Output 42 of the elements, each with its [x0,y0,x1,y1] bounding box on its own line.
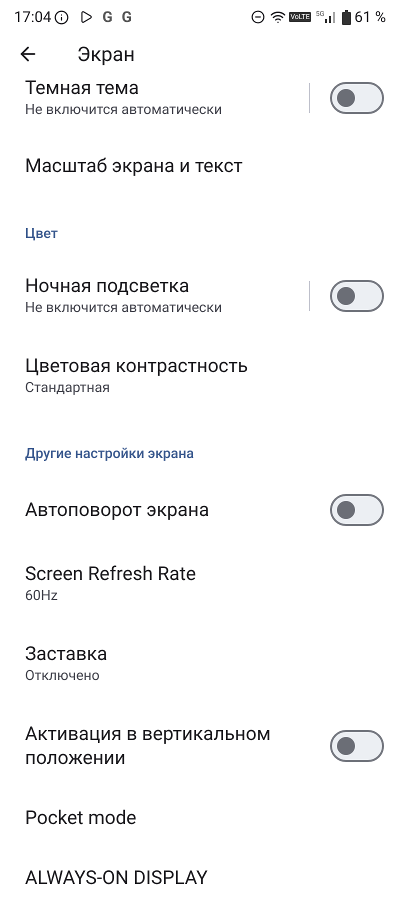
signal-icon [325,11,338,23]
toggle-switch[interactable] [330,82,384,114]
item-subtitle: 60Hz [25,587,59,606]
item-subtitle: Не включится автоматически [25,101,224,120]
settings-item[interactable]: Масштаб экрана и текст [0,136,400,196]
item-subtitle: Не включится автоматически [25,299,224,318]
settings-item[interactable]: Screen Refresh Rate 60Hz [0,544,400,624]
toggle-switch[interactable] [330,280,384,312]
battery-level: 61 % [354,6,386,28]
item-title: Автоповорот экрана [25,498,210,522]
item-subtitle: Отключено [25,667,101,686]
page-title: Экран [77,41,135,68]
section-header: Цвет [25,226,58,242]
item-title: Темная тема [25,76,140,100]
settings-item[interactable]: Автоповорот экрана [0,476,400,544]
do-not-disturb-icon [251,10,266,24]
section-header: Другие настройки экрана [25,446,194,462]
item-title: Pocket mode [25,806,138,830]
item-title: ALWAYS-ON DISPLAY [25,866,209,890]
item-title: Ночная подсветка [25,274,190,298]
settings-item[interactable]: ALWAYS-ON DISPLAY [0,848,400,908]
toggle-switch[interactable] [330,494,384,526]
settings-item[interactable]: Ночная подсветка Не включится автоматически [0,256,400,336]
toggle-switch[interactable] [330,730,384,762]
play-icon [79,10,94,24]
notification-glyph: G [122,6,132,28]
info-icon [54,10,70,24]
settings-item[interactable]: Активация в вертикальном положении [0,704,400,788]
item-title: Screen Refresh Rate [25,562,197,586]
item-title: Активация в вертикальном положении [25,722,272,770]
item-subtitle: Стандартная [25,379,111,398]
notification-glyph: G [102,6,113,28]
item-title: Масштаб экрана и текст [25,154,244,178]
wifi-icon [270,9,286,25]
settings-item[interactable]: Pocket mode [0,788,400,848]
settings-item[interactable]: Цветовая контрастность Стандартная [0,336,400,416]
settings-item[interactable]: Заставка Отключено [0,624,400,704]
status-time: 17:04 [14,6,52,28]
battery-icon [342,10,352,24]
item-title: Заставка [25,642,108,666]
item-title: Цветовая контрастность [25,354,249,378]
settings-item[interactable]: Темная тема Не включится автоматически [0,74,400,136]
